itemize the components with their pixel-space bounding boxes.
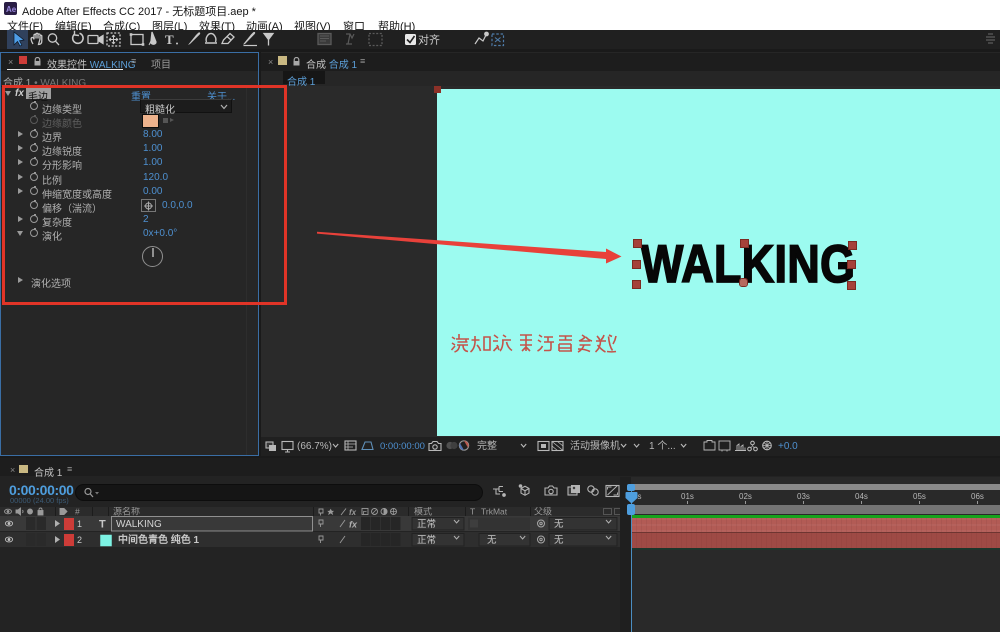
svg-text:中间色青色 纯色 1: 中间色青色 纯色 1 [118, 533, 200, 546]
svg-text:无: 无 [554, 519, 564, 530]
svg-text:2: 2 [77, 535, 82, 545]
svg-text:T: T [165, 32, 174, 47]
svg-text:WALKING: WALKING [116, 519, 162, 530]
svg-text:无: 无 [554, 535, 564, 546]
svg-text:模式: 模式 [414, 507, 432, 516]
svg-text:TrkMat: TrkMat [481, 507, 508, 516]
svg-text:正常: 正常 [417, 534, 436, 546]
svg-text:T: T [470, 507, 475, 516]
svg-text:对齐: 对齐 [418, 33, 440, 47]
svg-text:无: 无 [487, 535, 497, 546]
svg-text:fx: fx [349, 508, 357, 516]
svg-text:1: 1 [77, 519, 82, 529]
svg-text:(66.7%): (66.7%) [297, 441, 332, 452]
svg-text:1 个...: 1 个... [649, 440, 676, 452]
svg-text:fx: fx [349, 520, 358, 530]
svg-text:父级: 父级 [534, 507, 552, 516]
svg-text:正常: 正常 [417, 518, 436, 530]
svg-text:活动摄像机: 活动摄像机 [570, 439, 620, 452]
svg-text:T: T [99, 519, 106, 531]
svg-text:0:00:00:00: 0:00:00:00 [380, 441, 425, 452]
svg-text:源名称: 源名称 [113, 507, 140, 516]
svg-text:#: # [75, 507, 80, 516]
svg-text:完整: 完整 [477, 439, 497, 452]
svg-text:+0.0: +0.0 [778, 441, 798, 452]
